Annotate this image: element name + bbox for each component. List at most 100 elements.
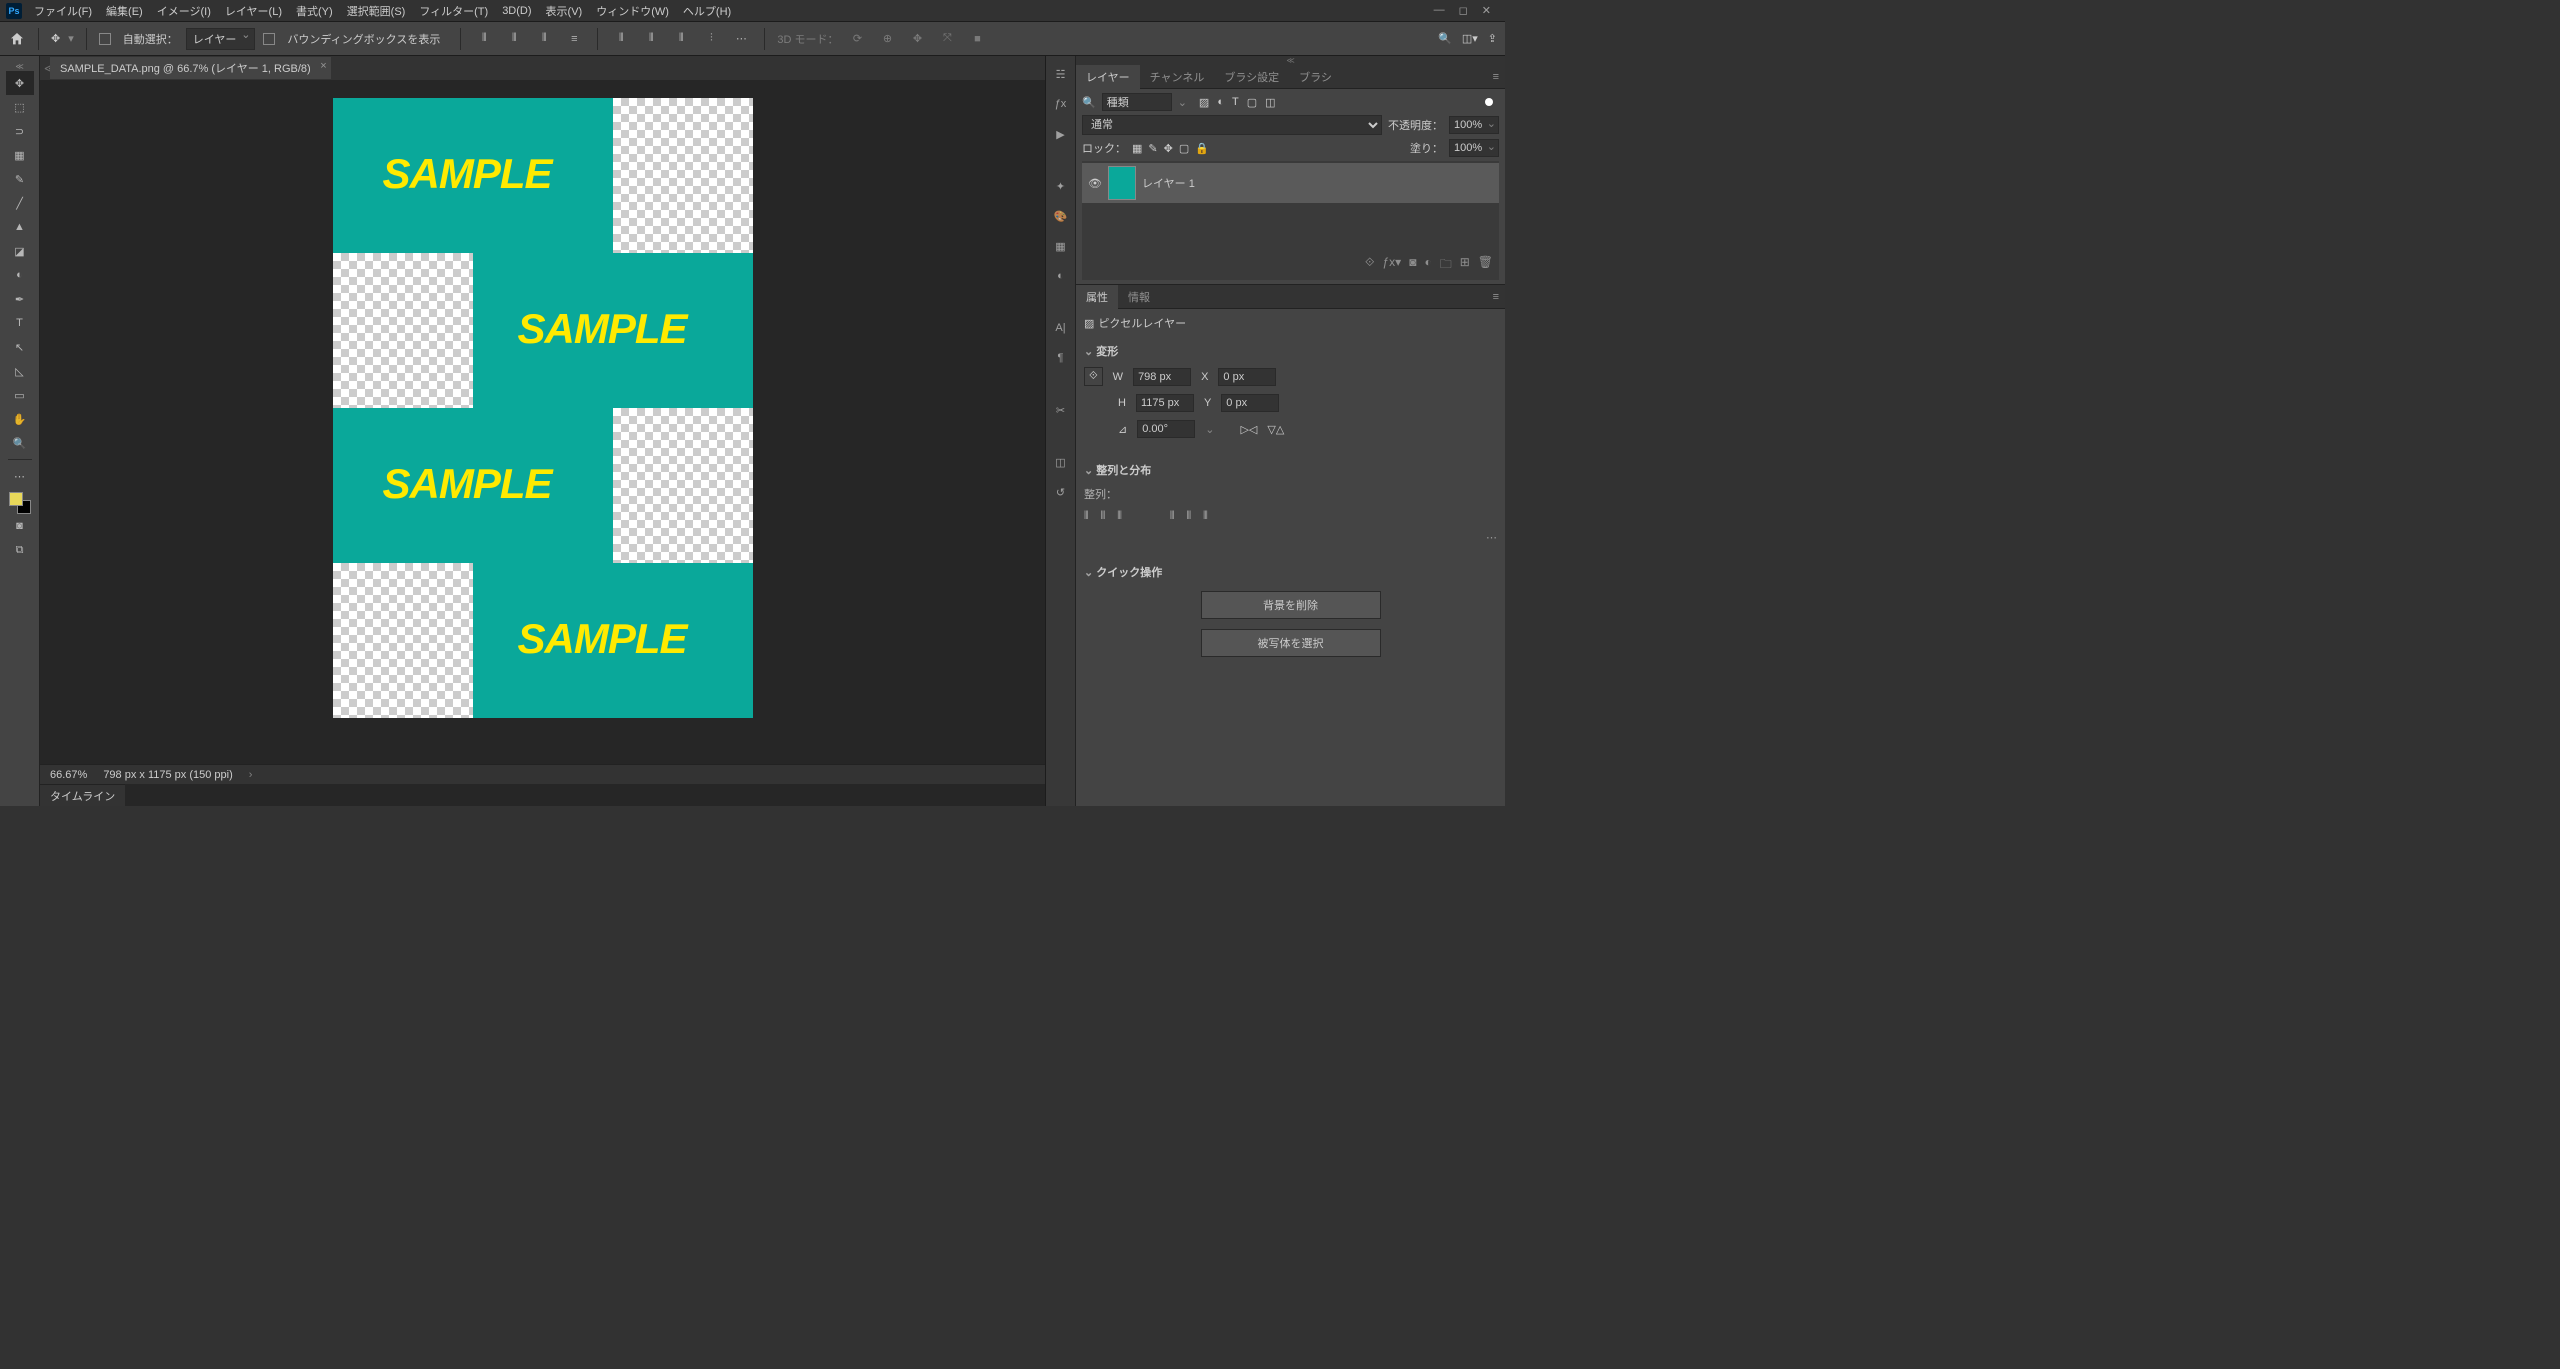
menu-image[interactable]: イメージ(I) bbox=[151, 0, 217, 22]
more-options-icon[interactable]: ⋯ bbox=[730, 28, 752, 50]
layers-panel-menu-icon[interactable]: ≡ bbox=[1487, 71, 1505, 83]
lock-transparency-icon[interactable]: ▦ bbox=[1132, 142, 1142, 155]
lock-artboard-icon[interactable]: ▢ bbox=[1179, 142, 1189, 155]
blend-mode-select[interactable]: 通常 bbox=[1082, 115, 1382, 135]
menu-3d[interactable]: 3D(D) bbox=[496, 2, 537, 20]
tab-channels[interactable]: チャンネル bbox=[1140, 65, 1215, 89]
menu-select[interactable]: 選択範囲(S) bbox=[341, 0, 412, 22]
delete-layer-icon[interactable]: 🗑 bbox=[1478, 255, 1493, 276]
adjustments-panel-icon[interactable]: ◐ bbox=[1051, 266, 1071, 286]
link-wh-icon[interactable]: ⟐ bbox=[1084, 367, 1103, 386]
eyedropper-tool[interactable]: ✎ bbox=[6, 167, 34, 191]
quick-actions-head[interactable]: クイック操作 bbox=[1084, 560, 1497, 584]
align-left-edges-icon[interactable]: ⫴ bbox=[1084, 510, 1089, 523]
lock-position-icon[interactable]: ✥ bbox=[1164, 142, 1173, 155]
layer-row[interactable]: 👁 レイヤー 1 bbox=[1082, 163, 1499, 203]
menu-view[interactable]: 表示(V) bbox=[540, 0, 589, 22]
align-center-h-icon[interactable]: ⫴ bbox=[1101, 510, 1106, 523]
layer-filter-kind[interactable] bbox=[1102, 93, 1172, 111]
window-maximize-icon[interactable]: ◻ bbox=[1459, 4, 1468, 17]
menu-layer[interactable]: レイヤー(L) bbox=[219, 0, 288, 22]
document-tab[interactable]: SAMPLE_DATA.png @ 66.7% (レイヤー 1, RGB/8) … bbox=[50, 57, 331, 79]
window-minimize-icon[interactable]: — bbox=[1434, 4, 1445, 17]
filter-smart-icon[interactable]: ◫ bbox=[1265, 96, 1275, 109]
gradient-tool[interactable]: ◐ bbox=[6, 263, 34, 287]
path-select-tool[interactable]: ↖ bbox=[6, 335, 34, 359]
play-panel-icon[interactable]: ▶ bbox=[1051, 124, 1071, 144]
close-tab-icon[interactable]: × bbox=[320, 60, 326, 72]
align-right-icon[interactable]: ⫴ bbox=[533, 28, 555, 50]
rectangle-tool[interactable]: ▭ bbox=[6, 383, 34, 407]
marquee-tool[interactable]: ⬚ bbox=[6, 95, 34, 119]
search-icon[interactable]: 🔍 bbox=[1082, 96, 1096, 109]
group-icon[interactable]: 🗀 bbox=[1440, 255, 1452, 276]
menu-file[interactable]: ファイル(F) bbox=[28, 0, 98, 22]
menu-edit[interactable]: 編集(E) bbox=[100, 0, 149, 22]
x-field[interactable] bbox=[1218, 368, 1276, 386]
flip-h-icon[interactable]: ▷◁ bbox=[1240, 423, 1257, 436]
auto-select-dropdown[interactable]: レイヤー bbox=[186, 28, 256, 50]
align-more-icon[interactable]: ⋯ bbox=[1084, 531, 1497, 544]
align-bottom-edges-icon[interactable]: ⫴ bbox=[1203, 510, 1208, 523]
home-icon[interactable] bbox=[8, 31, 26, 47]
opacity-field[interactable]: 100% bbox=[1449, 116, 1499, 134]
align-center-v-icon[interactable]: ⫴ bbox=[1187, 510, 1192, 523]
libraries-panel-icon[interactable]: ✂ bbox=[1051, 400, 1071, 420]
filter-adjustment-icon[interactable]: ◐ bbox=[1217, 96, 1224, 109]
align-center-h-icon[interactable]: ⫴ bbox=[503, 28, 525, 50]
layers-dock-icon[interactable]: ◫ bbox=[1051, 452, 1071, 472]
angle-field[interactable] bbox=[1137, 420, 1195, 438]
transform-section-head[interactable]: 変形 bbox=[1084, 339, 1497, 363]
paragraph-panel-icon[interactable]: ¶ bbox=[1051, 348, 1071, 368]
properties-panel-menu-icon[interactable]: ≡ bbox=[1487, 291, 1505, 303]
doc-dimensions[interactable]: 798 px x 1175 px (150 ppi) bbox=[103, 769, 232, 781]
bbox-checkbox[interactable] bbox=[263, 33, 275, 45]
layer-style-icon[interactable]: ƒx▾ bbox=[1382, 255, 1401, 276]
search-icon[interactable]: 🔍 bbox=[1438, 32, 1452, 45]
tab-layers[interactable]: レイヤー bbox=[1076, 65, 1140, 89]
direct-select-tool[interactable]: ◺ bbox=[6, 359, 34, 383]
distribute-top-icon[interactable]: ⫴ bbox=[610, 28, 632, 50]
clone-stamp-tool[interactable]: ▲ bbox=[6, 215, 34, 239]
tab-info[interactable]: 情報 bbox=[1118, 285, 1160, 309]
menu-help[interactable]: ヘルプ(H) bbox=[677, 0, 737, 22]
layer-name[interactable]: レイヤー 1 bbox=[1142, 175, 1195, 191]
distribute-center-v-icon[interactable]: ⫴ bbox=[640, 28, 662, 50]
navigator-panel-icon[interactable]: ✦ bbox=[1051, 176, 1071, 196]
lasso-tool[interactable]: ⊃ bbox=[6, 119, 34, 143]
paths-panel-icon[interactable]: ↺ bbox=[1051, 482, 1071, 502]
link-layers-icon[interactable]: ⟐ bbox=[1365, 255, 1374, 276]
tab-brushes[interactable]: ブラシ bbox=[1289, 65, 1342, 89]
zoom-tool[interactable]: 🔍 bbox=[6, 431, 34, 455]
swatches-panel-icon[interactable]: 🎨 bbox=[1051, 206, 1071, 226]
object-select-tool[interactable]: ▦ bbox=[6, 143, 34, 167]
menu-filter[interactable]: フィルター(T) bbox=[413, 0, 494, 22]
tab-brush-settings[interactable]: ブラシ設定 bbox=[1214, 65, 1289, 89]
share-icon[interactable]: ⇪ bbox=[1488, 32, 1497, 45]
gradient-panel-icon[interactable]: ▦ bbox=[1051, 236, 1071, 256]
type-tool[interactable]: T bbox=[6, 311, 34, 335]
align-left-icon[interactable]: ⫴ bbox=[473, 28, 495, 50]
distribute-bottom-icon[interactable]: ⫴ bbox=[670, 28, 692, 50]
fill-field[interactable]: 100% bbox=[1449, 139, 1499, 157]
menu-window[interactable]: ウィンドウ(W) bbox=[590, 0, 675, 22]
menu-type[interactable]: 書式(Y) bbox=[290, 0, 339, 22]
align-top-edges-icon[interactable]: ⫴ bbox=[1170, 510, 1175, 523]
status-menu-icon[interactable]: › bbox=[249, 769, 253, 781]
move-tool-icon[interactable]: ✥ bbox=[51, 32, 60, 45]
workspace-icon[interactable]: ◫▾ bbox=[1462, 32, 1478, 45]
edit-toolbar-icon[interactable]: ⋯ bbox=[6, 464, 34, 488]
fg-color-swatch[interactable] bbox=[9, 492, 23, 506]
align-right-edges-icon[interactable]: ⫴ bbox=[1117, 510, 1122, 523]
filter-shape-icon[interactable]: ▢ bbox=[1247, 96, 1257, 109]
character-panel-icon[interactable]: A| bbox=[1051, 318, 1071, 338]
width-field[interactable] bbox=[1133, 368, 1191, 386]
actions-panel-icon[interactable]: ƒx bbox=[1051, 94, 1071, 114]
y-field[interactable] bbox=[1221, 394, 1279, 412]
fg-bg-swatch[interactable] bbox=[9, 492, 31, 514]
new-layer-icon[interactable]: ⊞ bbox=[1460, 255, 1470, 276]
align-menu-icon[interactable]: ≡ bbox=[563, 28, 585, 50]
window-close-icon[interactable]: ✕ bbox=[1482, 4, 1491, 17]
pen-tool[interactable]: ✒ bbox=[6, 287, 34, 311]
timeline-tab[interactable]: タイムライン bbox=[40, 784, 125, 806]
